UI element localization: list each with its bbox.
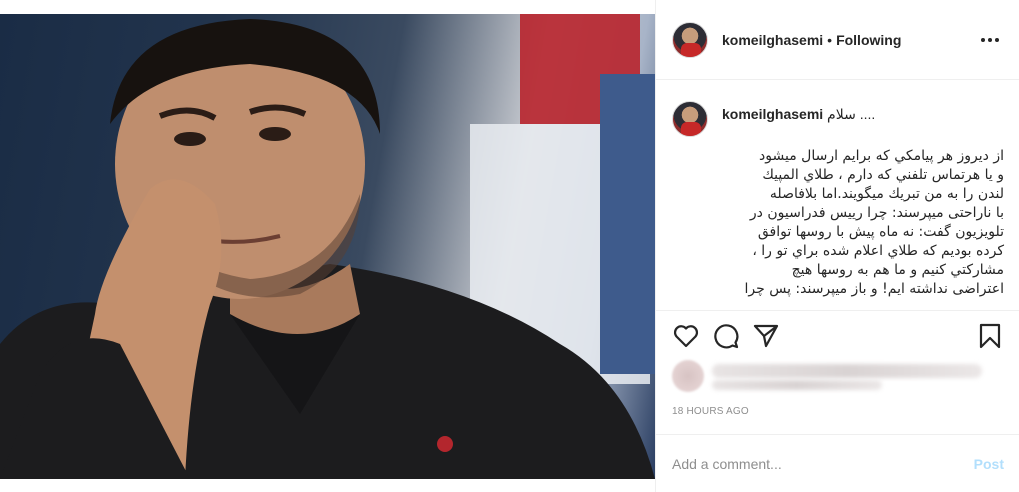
author-username[interactable]: komeilghasemi — [722, 32, 823, 48]
more-options-dot — [995, 37, 999, 42]
caption-line: كرده بوديم كه طلاي اعلام شده براي تو را … — [752, 243, 1004, 259]
heart-icon-graphic — [673, 324, 699, 347]
comment-box: Post — [656, 434, 1019, 492]
more-options-dot — [988, 37, 992, 42]
follow-status-button[interactable]: Following — [836, 32, 901, 48]
caption-line: از ديروز هر پيامكي كه برايم ارسال ميشود — [759, 148, 1004, 164]
post-photo[interactable] — [0, 0, 655, 492]
author-avatar[interactable] — [672, 21, 708, 58]
caption-line: اعتراضی نداشته ایم! و باز ميپرسند: پس چر… — [744, 281, 1005, 297]
post-header: komeilghasemi • Following — [656, 0, 1019, 80]
caption-first-line: سلام .... — [827, 106, 876, 122]
caption-line: با ناراحتی ميپرسند: چرا رييس فدراسيون در — [749, 205, 1004, 221]
more-options-dot — [981, 37, 985, 42]
header-separator: • — [827, 31, 833, 48]
liker-avatar — [672, 360, 704, 392]
caption-line: تلويزيون گفت: نه ماه پيش با روسها توافق — [757, 224, 1004, 240]
paper-plane-icon[interactable] — [746, 316, 786, 356]
bookmark-icon-graphic — [979, 323, 1001, 348]
likes-text-blurred — [712, 364, 982, 378]
paper-plane-icon-graphic — [753, 324, 779, 347]
caption-line: مشاركتي كنيم و ما هم به روسها هيچ — [791, 262, 1004, 278]
post-side-panel: komeilghasemi • Following komeilghasemi … — [655, 0, 1019, 492]
caption-line: و يا هرتماس تلفني كه دارم ، طلاي المپيك — [762, 167, 1004, 183]
caption-line: لندن را به من تبريك ميگويند.اما بلافاصله — [769, 186, 1004, 202]
caption-username[interactable]: komeilghasemi — [722, 106, 823, 122]
likes-summary-blurred — [672, 358, 1002, 400]
more-options-icon[interactable] — [977, 34, 1003, 46]
heart-icon[interactable] — [666, 316, 706, 356]
post-comment-button[interactable]: Post — [974, 456, 1004, 472]
caption-text: از ديروز هر پيامكي كه برايم ارسال ميشود … — [672, 147, 1005, 299]
bookmark-icon[interactable] — [970, 316, 1010, 356]
comment-input[interactable] — [672, 455, 974, 472]
comment-bubble-icon[interactable] — [706, 316, 746, 356]
post-timestamp[interactable]: 18 HOURS AGO — [672, 406, 749, 417]
caption-head: komeilghasemi سلام .... — [722, 105, 875, 123]
caption-row: komeilghasemi سلام .... — [672, 101, 1004, 137]
post-container: komeilghasemi • Following komeilghasemi … — [0, 0, 1019, 492]
caption-area: komeilghasemi سلام .... از ديروز هر پيام… — [656, 81, 1019, 309]
likes-text-blurred — [712, 380, 882, 390]
caption-avatar[interactable] — [672, 101, 708, 137]
photo-subject — [0, 19, 655, 479]
action-bar — [656, 310, 1019, 360]
comment-bubble-icon-graphic — [714, 323, 739, 348]
